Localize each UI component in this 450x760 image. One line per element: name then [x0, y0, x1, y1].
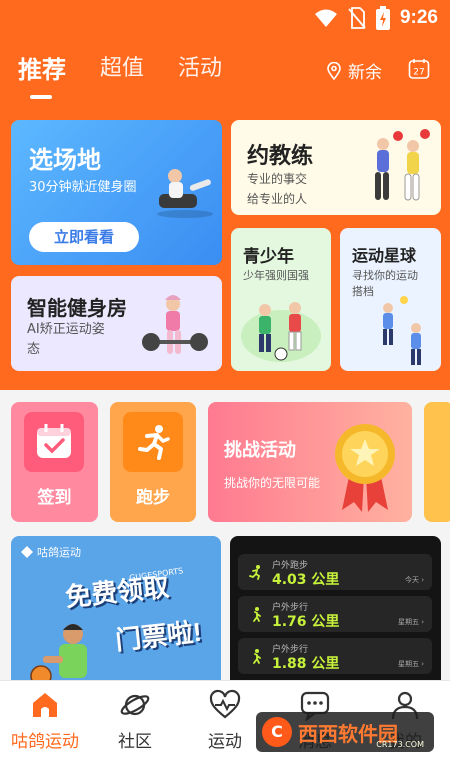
- smart-gym-subtitle-2: 态: [27, 342, 41, 357]
- medal-icon: [335, 424, 395, 512]
- coach-subtitle-2: 给专业的人: [247, 192, 308, 206]
- basketball-player-illustration: [30, 624, 87, 686]
- checkin-button[interactable]: 签到: [11, 402, 98, 522]
- quick-actions-row: 签到 跑步 挑战活动 挑战你的无限可能: [0, 390, 450, 530]
- card-youth[interactable]: 青少年 少年强则国强: [231, 228, 331, 371]
- activity-distance: 1.76 公里: [272, 614, 340, 630]
- more-card-peek[interactable]: [424, 402, 450, 522]
- watermark-sub: CR173.COM: [376, 740, 424, 749]
- activity-day: 今天 ›: [404, 576, 424, 584]
- runner-icon: [249, 565, 261, 580]
- soccer-illustration: [241, 302, 321, 362]
- location-pin-icon: [327, 61, 341, 80]
- smart-gym-subtitle-1: AI矫正运动姿: [27, 322, 105, 337]
- promo-brand-label: 咕鸽运动: [37, 546, 81, 559]
- weightlifting-illustration: [142, 295, 208, 354]
- brand-logo-icon: [21, 546, 33, 558]
- exercise-illustration: [157, 169, 213, 218]
- nav-community[interactable]: 社区: [90, 689, 180, 752]
- activity-row[interactable]: 户外步行 1.76 公里 星期五 ›: [238, 596, 432, 632]
- feed-section: 咕鸽运动 GUGESPORTS 免费领取 门票啦! 户外跑步 4.03 公里 今…: [0, 530, 450, 686]
- coach-title: 约教练: [247, 143, 314, 168]
- card-sports-planet[interactable]: 运动星球 寻找你的运动 搭档: [340, 228, 441, 371]
- promo-banner[interactable]: 咕鸽运动 GUGESPORTS 免费领取 门票啦!: [11, 536, 221, 686]
- card-coach[interactable]: 约教练 专业的事交 给专业的人: [231, 120, 441, 215]
- sports-planet-title: 运动星球: [352, 248, 417, 265]
- calendar-check-icon: [37, 424, 71, 458]
- activity-row[interactable]: 户外跑步 4.03 公里 今天 ›: [238, 554, 432, 590]
- no-sim-icon: [348, 7, 366, 29]
- running-button[interactable]: 跑步: [110, 402, 196, 522]
- walker-icon: [253, 649, 261, 664]
- walker-icon: [253, 607, 261, 622]
- activity-day: 星期五 ›: [397, 660, 424, 668]
- checkin-label: 签到: [37, 488, 72, 508]
- heart-pulse-icon: [209, 689, 241, 719]
- nav-home-label: 咕鸽运动: [11, 732, 79, 752]
- status-bar: 9:26: [0, 0, 450, 36]
- location-selector[interactable]: 新余: [326, 58, 382, 83]
- smart-gym-title: 智能健身房: [27, 298, 127, 320]
- youth-subtitle: 少年强则国强: [243, 269, 309, 282]
- nav-community-label: 社区: [118, 732, 152, 752]
- activity-row[interactable]: 户外步行 1.88 公里 星期五 ›: [238, 638, 432, 674]
- sports-planet-subtitle-1: 寻找你的运动: [352, 269, 418, 282]
- volleyball-illustration: [383, 296, 421, 365]
- header-area: 推荐 超值 活动 新余 27 选场地 30分钟就近健身圈 立即看看 约教练 专业…: [0, 36, 450, 390]
- boxing-illustration: [375, 129, 430, 201]
- activity-distance: 1.88 公里: [272, 656, 340, 672]
- location-label: 新余: [348, 63, 382, 83]
- card-smart-gym[interactable]: 智能健身房 AI矫正运动姿 态: [11, 276, 222, 371]
- calendar-day: 27: [413, 68, 424, 78]
- status-time: 9:26: [399, 7, 438, 28]
- running-person-icon: [138, 425, 170, 460]
- card-venue[interactable]: 选场地 30分钟就近健身圈 立即看看: [11, 120, 222, 265]
- top-tabs: 推荐 超值 活动: [18, 50, 222, 99]
- promo-brand: 咕鸽运动: [21, 544, 81, 560]
- nav-home[interactable]: 咕鸽运动: [0, 689, 90, 752]
- venue-subtitle: 30分钟就近健身圈: [29, 180, 137, 195]
- promo-headline-2: 门票啦!: [113, 616, 204, 656]
- checkin-icon-bg: [24, 412, 84, 472]
- planet-icon: [120, 694, 150, 716]
- venue-title: 选场地: [29, 147, 101, 174]
- watermark-logo: C: [262, 717, 292, 747]
- wifi-icon: [314, 9, 337, 27]
- challenge-card[interactable]: 挑战活动 挑战你的无限可能: [208, 402, 412, 522]
- calendar-icon[interactable]: 27: [408, 58, 430, 80]
- battery-charging-icon: [375, 6, 390, 30]
- promo-headline-1: 免费领取: [63, 571, 171, 613]
- activity-distance: 4.03 公里: [272, 572, 340, 588]
- status-icons: 9:26: [314, 6, 438, 30]
- activity-day: 星期五 ›: [397, 618, 424, 626]
- youth-title: 青少年: [243, 247, 294, 266]
- home-icon: [33, 693, 57, 717]
- activity-tracker-card[interactable]: 户外跑步 4.03 公里 今天 › 户外步行 1.76 公里 星期五 › 户外步…: [230, 536, 441, 686]
- challenge-subtitle: 挑战你的无限可能: [224, 476, 321, 490]
- site-watermark: C 西西软件园 CR173.COM: [256, 712, 434, 752]
- coach-subtitle-1: 专业的事交: [247, 172, 308, 186]
- view-now-button[interactable]: 立即看看: [29, 222, 139, 252]
- challenge-title: 挑战活动: [224, 440, 296, 461]
- tab-recommend[interactable]: 推荐: [18, 50, 66, 99]
- tab-events[interactable]: 活动: [178, 50, 222, 85]
- tab-value[interactable]: 超值: [100, 50, 144, 85]
- running-icon-bg: [123, 412, 183, 472]
- running-label: 跑步: [136, 488, 170, 508]
